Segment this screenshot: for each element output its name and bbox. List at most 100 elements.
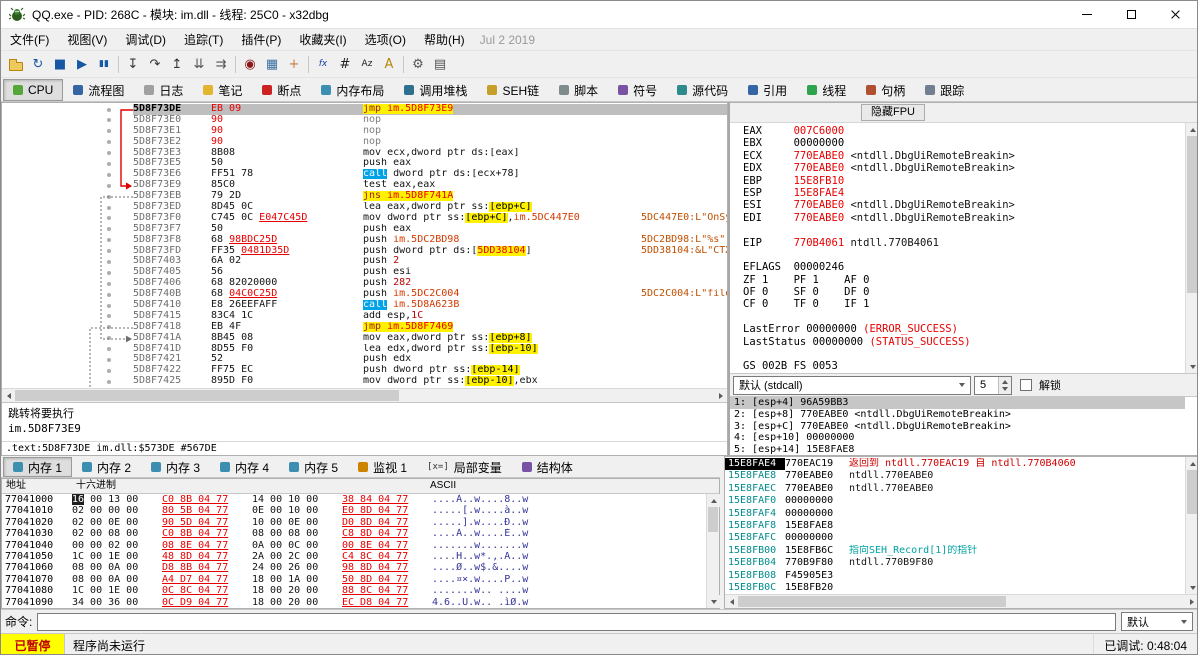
flag-value[interactable]: AF 0 <box>844 274 895 286</box>
menu-item[interactable]: 收藏夹(I) <box>290 29 355 51</box>
disassembly-hscrollbar[interactable] <box>2 388 727 402</box>
minimize-button[interactable] <box>1065 1 1109 28</box>
breakpoint-dot[interactable] <box>107 184 111 188</box>
string-references-icon[interactable]: Az <box>356 53 378 75</box>
stack-row[interactable]: 15E8FB08F45905E3 <box>725 570 1185 582</box>
register-line[interactable]: EDX 770EABE0 <ntdll.DbgUiRemoteBreakin> <box>743 162 1185 174</box>
tab-mem2[interactable]: 内存 2 <box>72 457 141 477</box>
comment-icon[interactable]: fx <box>312 53 334 75</box>
disasm-row[interactable]: 5D8F741A8B45 08mov eax,dword ptr ss:[ebp… <box>2 333 727 344</box>
disasm-row[interactable]: 5D8F741D8D55 F0lea edx,dword ptr ss:[ebp… <box>2 344 727 355</box>
dump-row[interactable]: 770410501C 00 1E 0048 8D 04 772A 00 2C 0… <box>2 551 706 562</box>
stack-row[interactable]: 15E8FAE8770EABE0ntdll.770EABE0 <box>725 470 1185 482</box>
flag-value[interactable]: CF 0 <box>743 298 794 310</box>
scroll-down-button[interactable] <box>1186 360 1198 373</box>
breakpoint-dot[interactable] <box>107 227 111 231</box>
stack-vscrollbar[interactable] <box>1185 457 1198 594</box>
argument-row[interactable]: 2: [esp+8] 770EABE0 <ntdll.DbgUiRemoteBr… <box>730 409 1185 421</box>
tab-references[interactable]: 引用 <box>738 79 797 101</box>
breakpoint-dot[interactable] <box>107 304 111 308</box>
scroll-left-button[interactable] <box>725 595 738 608</box>
step-over-icon[interactable]: ↷ <box>144 53 166 75</box>
argument-row[interactable]: 1: [esp+4] 96A59BB3 <box>730 397 1185 409</box>
argument-row[interactable]: 4: [esp+10] 00000000 <box>730 432 1185 444</box>
dump-row[interactable]: 7704102002 00 0E 0090 5D 04 7710 00 0E 0… <box>2 517 706 528</box>
memory-map-icon[interactable]: ▦ <box>261 53 283 75</box>
register-line[interactable]: GS 002B FS 0053 <box>743 360 1185 372</box>
breakpoint-dot[interactable] <box>107 140 111 144</box>
settings-icon[interactable]: ⚙ <box>407 53 429 75</box>
scroll-up-button[interactable] <box>1186 123 1198 136</box>
disasm-row[interactable]: 5D8F73F0C745 0C E047C45Dmov dword ptr ss… <box>2 213 727 224</box>
tab-mem4[interactable]: 内存 4 <box>210 457 279 477</box>
disasm-row[interactable]: 5D8F73E090nop <box>2 115 727 126</box>
tab-seh[interactable]: SEH链 <box>477 79 549 101</box>
scroll-track[interactable] <box>1186 136 1198 360</box>
disasm-row[interactable]: 5D8F73E38B08mov ecx,dword ptr ds:[eax] <box>2 148 727 159</box>
dump-row[interactable]: 7704107008 00 0A 00A4 D7 04 7718 00 1A 0… <box>2 574 706 585</box>
argument-row[interactable]: 5: [esp+14] 15E8FAE8 <box>730 444 1185 456</box>
menu-item[interactable]: 帮助(H) <box>415 29 474 51</box>
register-line[interactable]: LastStatus 00000000 (STATUS_SUCCESS) <box>743 336 1185 348</box>
restart-icon[interactable]: ↻ <box>27 53 49 75</box>
breakpoint-dot[interactable] <box>107 260 111 264</box>
register-value[interactable]: 15E8FB10 <box>794 175 845 187</box>
disasm-row[interactable]: 5D8F73E550push eax <box>2 158 727 169</box>
stack-row[interactable]: 15E8FAF400000000 <box>725 508 1185 520</box>
scroll-up-button[interactable] <box>707 494 720 507</box>
register-value[interactable]: 770EABE0 <box>794 162 845 174</box>
registers-vscrollbar[interactable] <box>1185 123 1198 373</box>
disasm-row[interactable]: 5D8F742152push edx <box>2 354 727 365</box>
breakpoint-dot[interactable] <box>107 195 111 199</box>
tab-graph[interactable]: 流程图 <box>63 79 134 101</box>
argument-row[interactable]: 3: [esp+C] 770EABE0 <ntdll.DbgUiRemoteBr… <box>730 421 1185 433</box>
register-line[interactable]: EDI 770EABE0 <ntdll.DbgUiRemoteBreakin> <box>743 212 1185 224</box>
scroll-down-button[interactable] <box>707 595 720 608</box>
menu-item[interactable]: 文件(F) <box>1 29 58 51</box>
register-value[interactable]: 00000000 <box>806 323 857 335</box>
disasm-row[interactable]: 5D8F740668 82020000push 282 <box>2 278 727 289</box>
calling-convention-select[interactable]: 默认 (stdcall) <box>733 376 971 395</box>
stack-row[interactable]: 15E8FAEC770EABE0ntdll.770EABE0 <box>725 483 1185 495</box>
trace-into-icon[interactable]: ⇉ <box>210 53 232 75</box>
breakpoint-dot[interactable] <box>107 173 111 177</box>
tab-mem1[interactable]: 内存 1 <box>3 457 72 477</box>
disasm-row[interactable]: 5D8F73EB79 2Djns im.5D8F741A <box>2 191 727 202</box>
breakpoint-dot[interactable] <box>107 108 111 112</box>
pause-icon[interactable]: ▮▮ <box>93 53 115 75</box>
tab-mem5[interactable]: 内存 5 <box>279 457 348 477</box>
register-value[interactable]: 15E8FAE4 <box>794 187 845 199</box>
register-value[interactable]: 770EABE0 <box>794 212 845 224</box>
register-line[interactable]: EBX 00000000 <box>743 137 1185 149</box>
tab-mem3[interactable]: 内存 3 <box>141 457 210 477</box>
scroll-track[interactable] <box>15 389 714 402</box>
disasm-row[interactable]: 5D8F7422FF75 ECpush dword ptr ss:[ebp-14… <box>2 365 727 376</box>
register-line[interactable]: EAX 007C6000 <box>743 125 1185 137</box>
register-value[interactable]: 00000246 <box>794 261 845 273</box>
register-line[interactable]: ECX 770EABE0 <ntdll.DbgUiRemoteBreakin> <box>743 150 1185 162</box>
scroll-track[interactable] <box>1186 470 1198 581</box>
disasm-row[interactable]: 5D8F7425895D F0mov dword ptr ss:[ebp-10]… <box>2 376 727 387</box>
breakpoint-dot[interactable] <box>107 347 111 351</box>
register-line[interactable]: EFLAGS 00000246 <box>743 261 1185 273</box>
dump-row[interactable]: 7704106008 00 0A 00D8 8B 04 7724 00 26 0… <box>2 562 706 573</box>
breakpoint-dot[interactable] <box>107 249 111 253</box>
tab-trace[interactable]: 跟踪 <box>915 79 974 101</box>
breakpoint-dot[interactable] <box>107 293 111 297</box>
disasm-row[interactable]: 5D8F73DEEB 09jmp im.5D8F73E9 <box>2 104 727 115</box>
register-value[interactable]: 770B4061 <box>794 237 845 249</box>
breakpoint-dot[interactable] <box>107 271 111 275</box>
close-button[interactable] <box>1153 1 1197 28</box>
flag-value[interactable]: IF 1 <box>844 298 895 310</box>
menu-item[interactable]: 追踪(T) <box>175 29 232 51</box>
stepper-buttons[interactable] <box>998 377 1011 394</box>
stack-row[interactable]: 15E8FB04770B9F80ntdll.770B9F80 <box>725 557 1185 569</box>
disasm-row[interactable]: 5D8F73E6FF51 78call dword ptr ds:[ecx+78… <box>2 169 727 180</box>
tab-symbols[interactable]: 符号 <box>608 79 667 101</box>
tab-locals[interactable]: [x=]局部变量 <box>417 457 512 477</box>
tab-threads[interactable]: 线程 <box>797 79 856 101</box>
tab-struct[interactable]: 结构体 <box>512 457 583 477</box>
scroll-thumb[interactable] <box>708 507 718 532</box>
disasm-row[interactable]: 5D8F740556push esi <box>2 267 727 278</box>
tab-script[interactable]: 脚本 <box>549 79 608 101</box>
